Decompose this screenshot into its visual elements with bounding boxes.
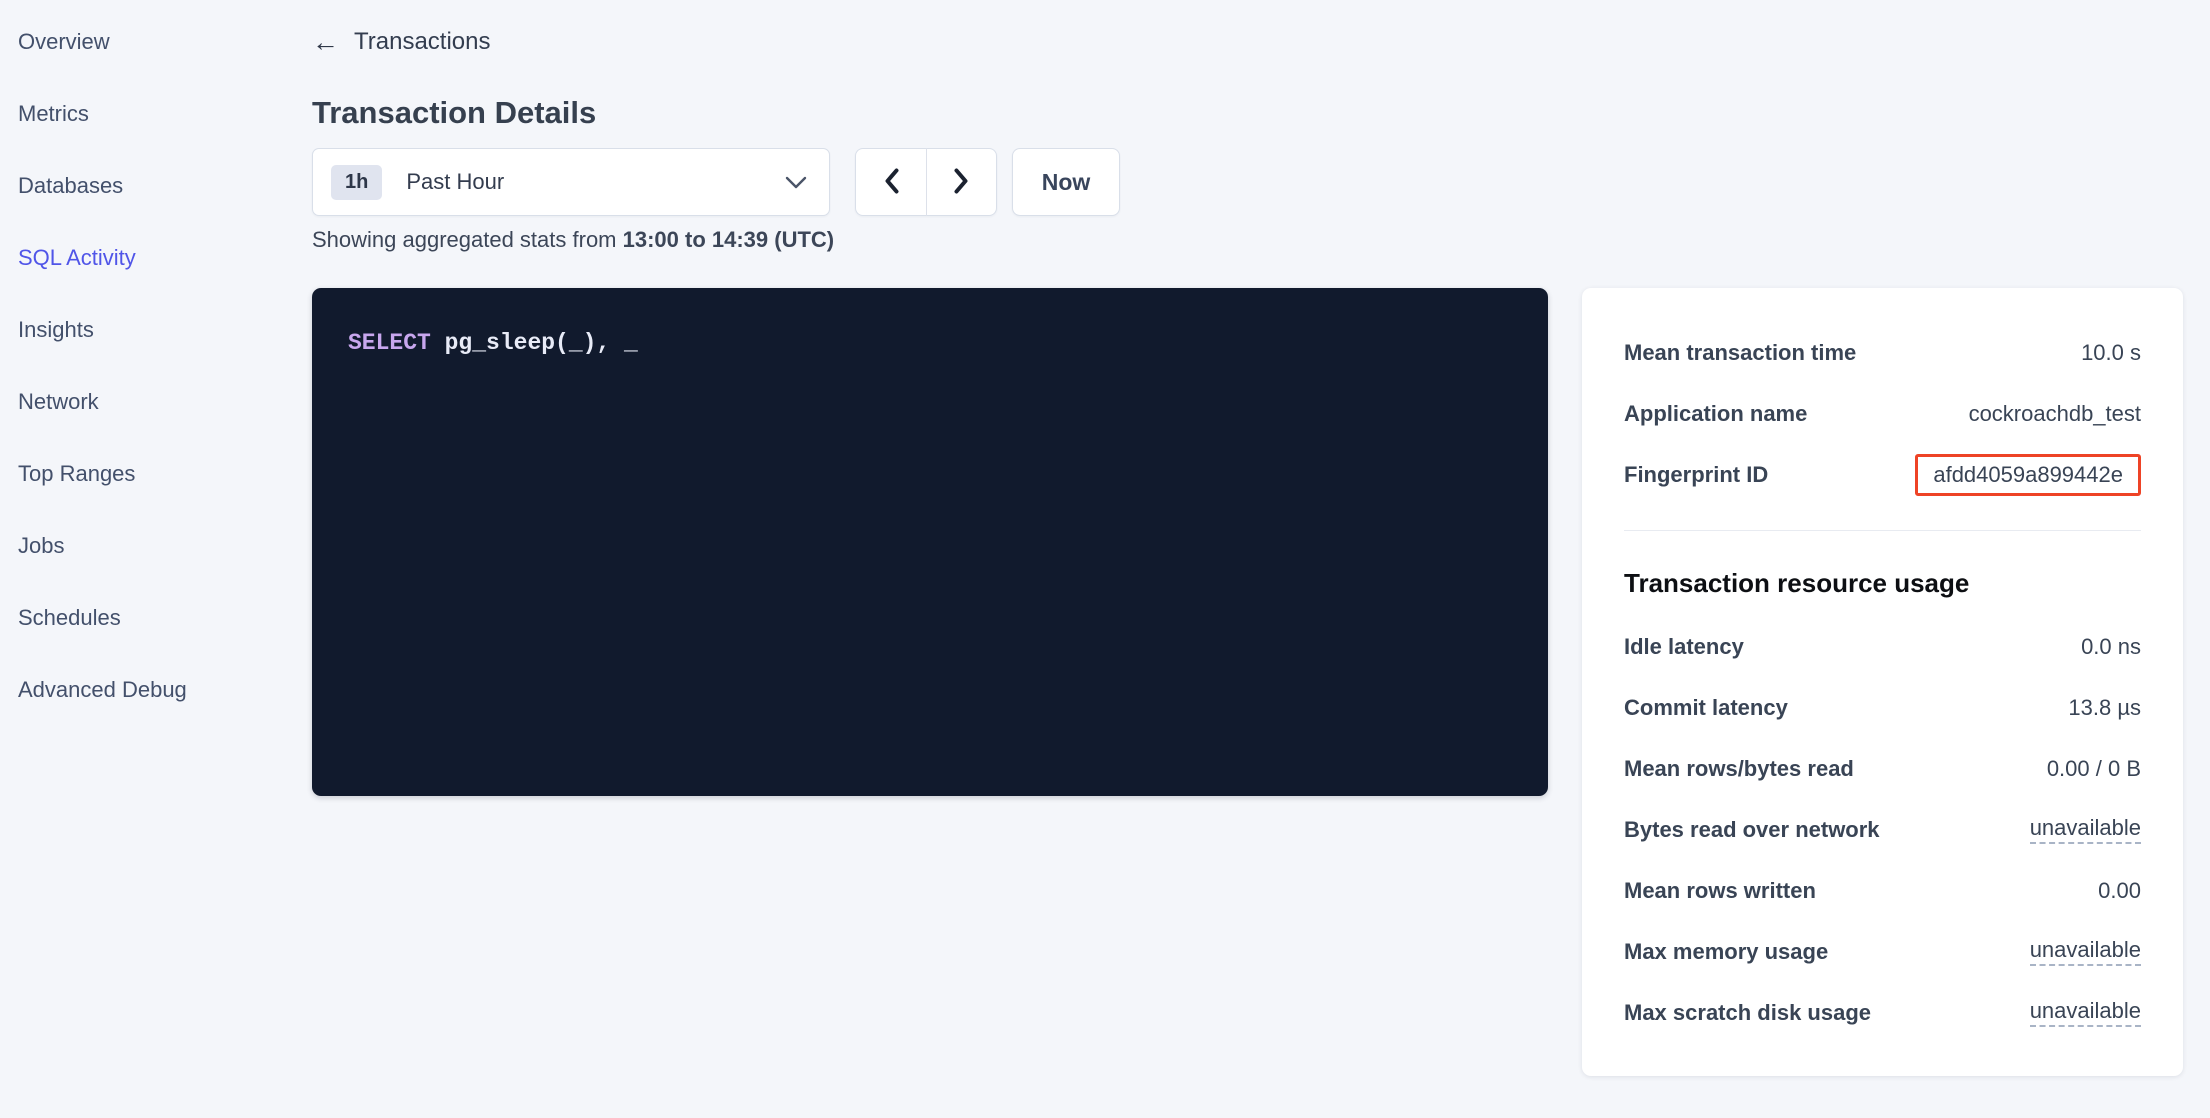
resource-stats: Idle latency 0.0 ns Commit latency 13.8 µs M…: [1624, 616, 2141, 1043]
stat-row: Idle latency 0.0 ns: [1624, 616, 2141, 677]
stat-row: Mean rows written 0.00: [1624, 860, 2141, 921]
sidebar-item-overview[interactable]: Overview: [18, 6, 298, 78]
stat-value: unavailable: [2030, 815, 2141, 844]
sidebar-item-network[interactable]: Network: [18, 366, 298, 438]
stat-value: unavailable: [2030, 998, 2141, 1027]
stat-value: 0.00: [2098, 878, 2141, 904]
time-range-selected: Past Hour: [406, 169, 504, 195]
details-panel: Mean transaction time 10.0 s Application n…: [1582, 288, 2183, 1076]
stat-label: Idle latency: [1624, 634, 1744, 660]
sidebar-item-databases[interactable]: Databases: [18, 150, 298, 222]
stat-label: Max memory usage: [1624, 939, 1828, 965]
summary-stats: Mean transaction time 10.0 s Application n…: [1624, 322, 2141, 505]
arrow-left-icon[interactable]: ←: [312, 29, 339, 56]
breadcrumb-back-link[interactable]: ← Transactions: [312, 26, 491, 58]
stat-value: 0.0 ns: [2081, 634, 2141, 660]
next-interval-button[interactable]: [926, 148, 997, 216]
stat-row: Commit latency 13.8 µs: [1624, 677, 2141, 738]
stat-label: Bytes read over network: [1624, 817, 1880, 843]
chevron-right-icon: [953, 167, 970, 198]
time-range-badge: 1h: [331, 165, 382, 200]
sidebar: OverviewMetricsDatabasesSQL ActivityInsi…: [18, 6, 298, 726]
sidebar-item-top-ranges[interactable]: Top Ranges: [18, 438, 298, 510]
now-button[interactable]: Now: [1012, 148, 1120, 216]
stat-value: cockroachdb_test: [1969, 401, 2141, 427]
stat-label: Mean rows/bytes read: [1624, 756, 1854, 782]
stat-label: Commit latency: [1624, 695, 1788, 721]
time-range-dropdown[interactable]: 1h Past Hour: [312, 148, 830, 216]
stat-row: Max memory usage unavailable: [1624, 921, 2141, 982]
stat-label: Fingerprint ID: [1624, 462, 1768, 488]
chevron-down-icon: [785, 176, 807, 189]
page-title: Transaction Details: [312, 95, 596, 131]
stat-label: Mean rows written: [1624, 878, 1816, 904]
divider: [1624, 530, 2141, 531]
stat-row: Fingerprint ID afdd4059a899442e: [1624, 444, 2141, 505]
aggregated-stats-caption: Showing aggregated stats from 13:00 to 1…: [312, 227, 834, 253]
breadcrumb-label[interactable]: Transactions: [354, 28, 491, 56]
sql-body: pg_sleep(_), _: [431, 330, 638, 356]
stat-value: 0.00 / 0 B: [2047, 756, 2141, 782]
stat-label: Mean transaction time: [1624, 340, 1856, 366]
resource-usage-title: Transaction resource usage: [1624, 567, 2141, 599]
stat-row: Bytes read over network unavailable: [1624, 799, 2141, 860]
transaction-details-page: OverviewMetricsDatabasesSQL ActivityInsi…: [0, 0, 2210, 1118]
stat-label: Application name: [1624, 401, 1807, 427]
sidebar-nav: OverviewMetricsDatabasesSQL ActivityInsi…: [18, 6, 298, 726]
stat-row: Application name cockroachdb_test: [1624, 383, 2141, 444]
sql-statement: SELECT pg_sleep(_), _: [312, 288, 1548, 400]
sidebar-item-schedules[interactable]: Schedules: [18, 582, 298, 654]
chevron-left-icon: [883, 167, 900, 198]
sidebar-item-metrics[interactable]: Metrics: [18, 78, 298, 150]
stat-label: Max scratch disk usage: [1624, 1000, 1871, 1026]
time-pager: [855, 148, 997, 216]
stat-row: Mean transaction time 10.0 s: [1624, 322, 2141, 383]
time-controls: 1h Past Hour Now: [312, 148, 1120, 216]
stat-row: Mean rows/bytes read 0.00 / 0 B: [1624, 738, 2141, 799]
sidebar-item-advanced-debug[interactable]: Advanced Debug: [18, 654, 298, 726]
sql-statement-box: SELECT pg_sleep(_), _: [312, 288, 1548, 796]
stat-value: 10.0 s: [2081, 340, 2141, 366]
stat-value: 13.8 µs: [2068, 695, 2141, 721]
stat-row: Max scratch disk usage unavailable: [1624, 982, 2141, 1043]
caption-time-range: 13:00 to 14:39 (UTC): [623, 227, 835, 252]
sidebar-item-insights[interactable]: Insights: [18, 294, 298, 366]
sidebar-item-jobs[interactable]: Jobs: [18, 510, 298, 582]
fingerprint-id-value: afdd4059a899442e: [1915, 454, 2141, 496]
caption-prefix: Showing aggregated stats from: [312, 227, 623, 252]
stat-value: unavailable: [2030, 937, 2141, 966]
sidebar-item-sql-activity[interactable]: SQL Activity: [18, 222, 298, 294]
prev-interval-button[interactable]: [855, 148, 926, 216]
sql-keyword: SELECT: [348, 330, 431, 356]
